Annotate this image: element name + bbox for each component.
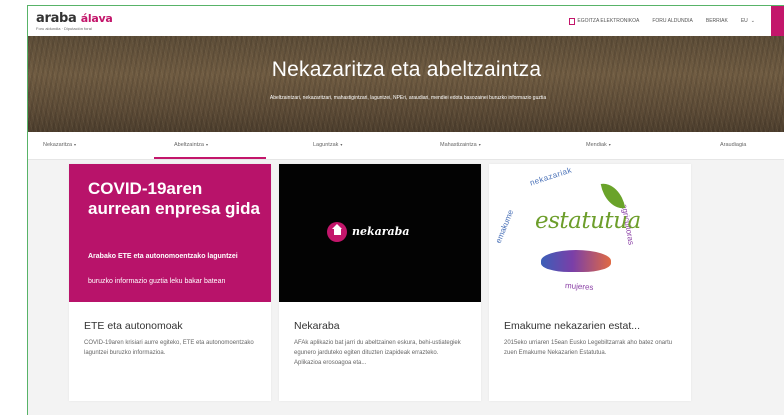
logo-subtitle: Foru aldundia · Diputación foral xyxy=(36,26,92,31)
logo-arc-top: nekazariak xyxy=(528,165,574,188)
chevron-down-icon: ⌄ xyxy=(750,18,755,24)
caret-down-icon: ▾ xyxy=(205,142,208,147)
caret-down-icon: ▾ xyxy=(74,142,77,147)
hero-description: Abeltzaintzari, nekazaritzari, mahastigi… xyxy=(269,95,547,101)
nekaraba-logo-text: nekaraba xyxy=(352,225,410,238)
card-title[interactable]: ETE eta autonomoak xyxy=(84,320,264,332)
covid-headline: COVID-19aren aurrean enpresa gida xyxy=(88,179,260,218)
tab-mahastizaintza[interactable]: Mahastizaintza ▾ xyxy=(440,142,481,148)
link-egoitza-elektronikoa[interactable]: EGOITZA ELEKTRONIKOA xyxy=(569,17,639,25)
caret-down-icon: ▾ xyxy=(608,142,611,147)
link-berriak[interactable]: BERRIAK xyxy=(706,18,728,24)
top-navigation: EGOITZA ELEKTRONIKOA FORU ALDUNDIA BERRI… xyxy=(569,6,784,36)
card-image-estatutua[interactable]: nekazariak emakume agricultoras mujeres … xyxy=(489,164,691,302)
language-selector[interactable]: EU ⌄ xyxy=(741,18,755,24)
covid-bold-line: Arabako ETE eta autonomoentzako laguntze… xyxy=(88,253,238,260)
tab-araudiagia[interactable]: Araudiagia xyxy=(720,142,746,148)
tab-mendiak[interactable]: Mendiak ▾ xyxy=(586,142,611,148)
card-emakume-nekazarien[interactable]: nekazariak emakume agricultoras mujeres … xyxy=(489,164,691,401)
site-logo[interactable]: araba álava Foru aldundia · Diputación f… xyxy=(36,11,113,31)
site-header: araba álava Foru aldundia · Diputación f… xyxy=(28,6,784,36)
page-title: Nekazaritza eta abeltzaintza xyxy=(271,58,542,81)
link-foru-aldundia[interactable]: FORU ALDUNDIA xyxy=(652,18,693,24)
tab-laguntzak[interactable]: Laguntzak ▾ xyxy=(313,142,342,148)
document-icon xyxy=(569,17,576,25)
menu-button[interactable] xyxy=(771,6,784,36)
card-text: AFAk aplikazio bat jarri du abeltzainen … xyxy=(294,340,461,366)
card-text: 2015eko urriaren 15ean Eusko Legebiltzar… xyxy=(504,340,673,356)
tab-nekazaritza[interactable]: Nekazaritza ▾ xyxy=(43,142,76,148)
tab-abeltzaintza[interactable]: Abeltzaintza ▾ xyxy=(174,142,208,148)
hero-banner: Nekazaritza eta abeltzaintza Abeltzaintz… xyxy=(28,36,784,132)
card-text: COVID-19aren krisiari aurre egiteko, ETE… xyxy=(84,340,254,356)
browser-frame: araba álava Foru aldundia · Diputación f… xyxy=(27,5,784,415)
card-nekaraba[interactable]: nekaraba Nekaraba AFAk aplikazio bat jar… xyxy=(279,164,481,401)
house-icon xyxy=(327,222,347,242)
logo-text: araba álava xyxy=(36,11,113,26)
card-ete-autonomoak[interactable]: COVID-19aren aurrean enpresa gida Arabak… xyxy=(69,164,271,401)
card-image-covid[interactable]: COVID-19aren aurrean enpresa gida Arabak… xyxy=(69,164,271,302)
card-image-nekaraba[interactable]: nekaraba xyxy=(279,164,481,302)
estatutua-logo-text: estatutua xyxy=(535,208,641,234)
logo-arc-bottom: mujeres xyxy=(564,281,594,292)
covid-normal-line: buruzko informazio guztia leku bakar bat… xyxy=(88,278,226,285)
logo-arc-left: emakume xyxy=(493,208,516,245)
category-navigation: Nekazaritza ▾ Abeltzaintza ▾ Laguntzak ▾ Ma… xyxy=(28,132,784,160)
active-tab-indicator xyxy=(154,157,266,159)
card-title[interactable]: Nekaraba xyxy=(294,320,474,332)
hand-icon xyxy=(541,250,611,272)
caret-down-icon: ▾ xyxy=(478,142,481,147)
card-title[interactable]: Emakume nekazarien estat... xyxy=(504,320,684,332)
leaf-icon xyxy=(600,180,626,212)
caret-down-icon: ▾ xyxy=(340,142,343,147)
